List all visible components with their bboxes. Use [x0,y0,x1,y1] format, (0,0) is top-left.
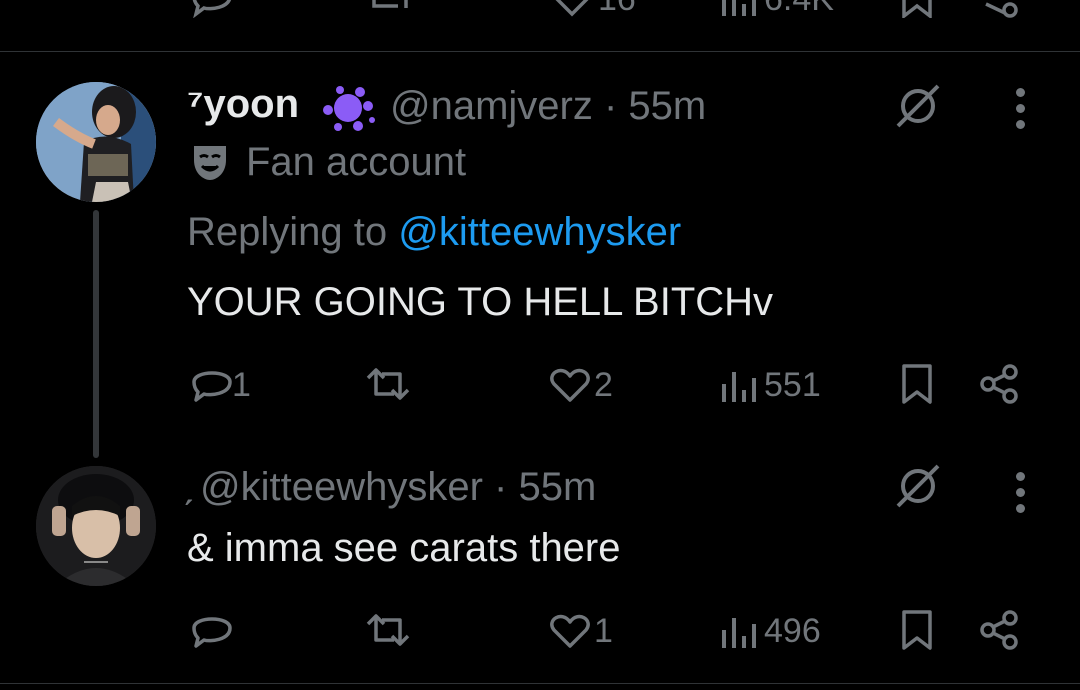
share-icon[interactable] [978,362,1022,406]
tweet-body: YOUR GOING TO HELL BITCHv [187,280,774,324]
views-count: 496 [764,612,821,650]
handle-time[interactable]: @kitteewhysker · 55m [200,465,596,510]
divider [0,683,1080,684]
retweet-icon[interactable] [364,364,412,404]
reply-count: 1 [232,366,251,404]
share-icon[interactable] [978,608,1022,652]
views-count: 6.4K [764,0,834,19]
like-count: 2 [594,366,613,404]
fan-account-icon [194,146,226,180]
grok-icon[interactable] [894,462,942,510]
reply-icon[interactable] [190,0,234,18]
like-icon[interactable] [548,610,592,650]
more-icon[interactable] [1016,472,1026,520]
divider [0,51,1080,52]
grok-icon[interactable] [894,82,942,130]
share-icon[interactable] [980,0,1020,18]
bookmark-icon[interactable] [900,362,934,406]
like-count: 1 [594,612,613,650]
retweet-icon[interactable] [364,610,412,650]
replying-to-handle[interactable]: @kitteewhysker [398,210,681,254]
reply-icon[interactable] [190,364,234,404]
tweet-body: & imma see carats there [187,526,621,570]
avatar[interactable] [36,82,156,202]
bookmark-icon[interactable] [900,608,934,652]
replying-to-prefix: Replying to [187,210,399,254]
avatar-image [36,82,156,202]
thread-line [93,210,99,458]
display-name[interactable]: ⁷yoon [187,82,299,127]
views-icon[interactable] [720,610,760,650]
more-icon[interactable] [1016,88,1026,136]
avatar[interactable] [36,466,156,586]
views-icon[interactable] [720,364,760,404]
views-count: 551 [764,366,821,404]
fan-account-label: Fan account [246,140,467,184]
badge-icon [323,86,375,131]
retweet-icon[interactable] [368,0,412,18]
display-name[interactable]: ˏ [181,462,194,507]
like-count: 16 [598,0,636,19]
previous-tweet-actions: 16 6.4K [0,0,1080,22]
like-icon[interactable] [548,364,592,404]
avatar-image [36,466,156,586]
replying-to: Replying to @kitteewhysker [187,210,681,255]
reply-icon[interactable] [190,610,234,650]
like-icon[interactable] [550,0,594,18]
bookmark-icon[interactable] [900,0,934,18]
handle-time[interactable]: @namjverz · 55m [390,84,706,129]
views-icon[interactable] [720,0,760,18]
